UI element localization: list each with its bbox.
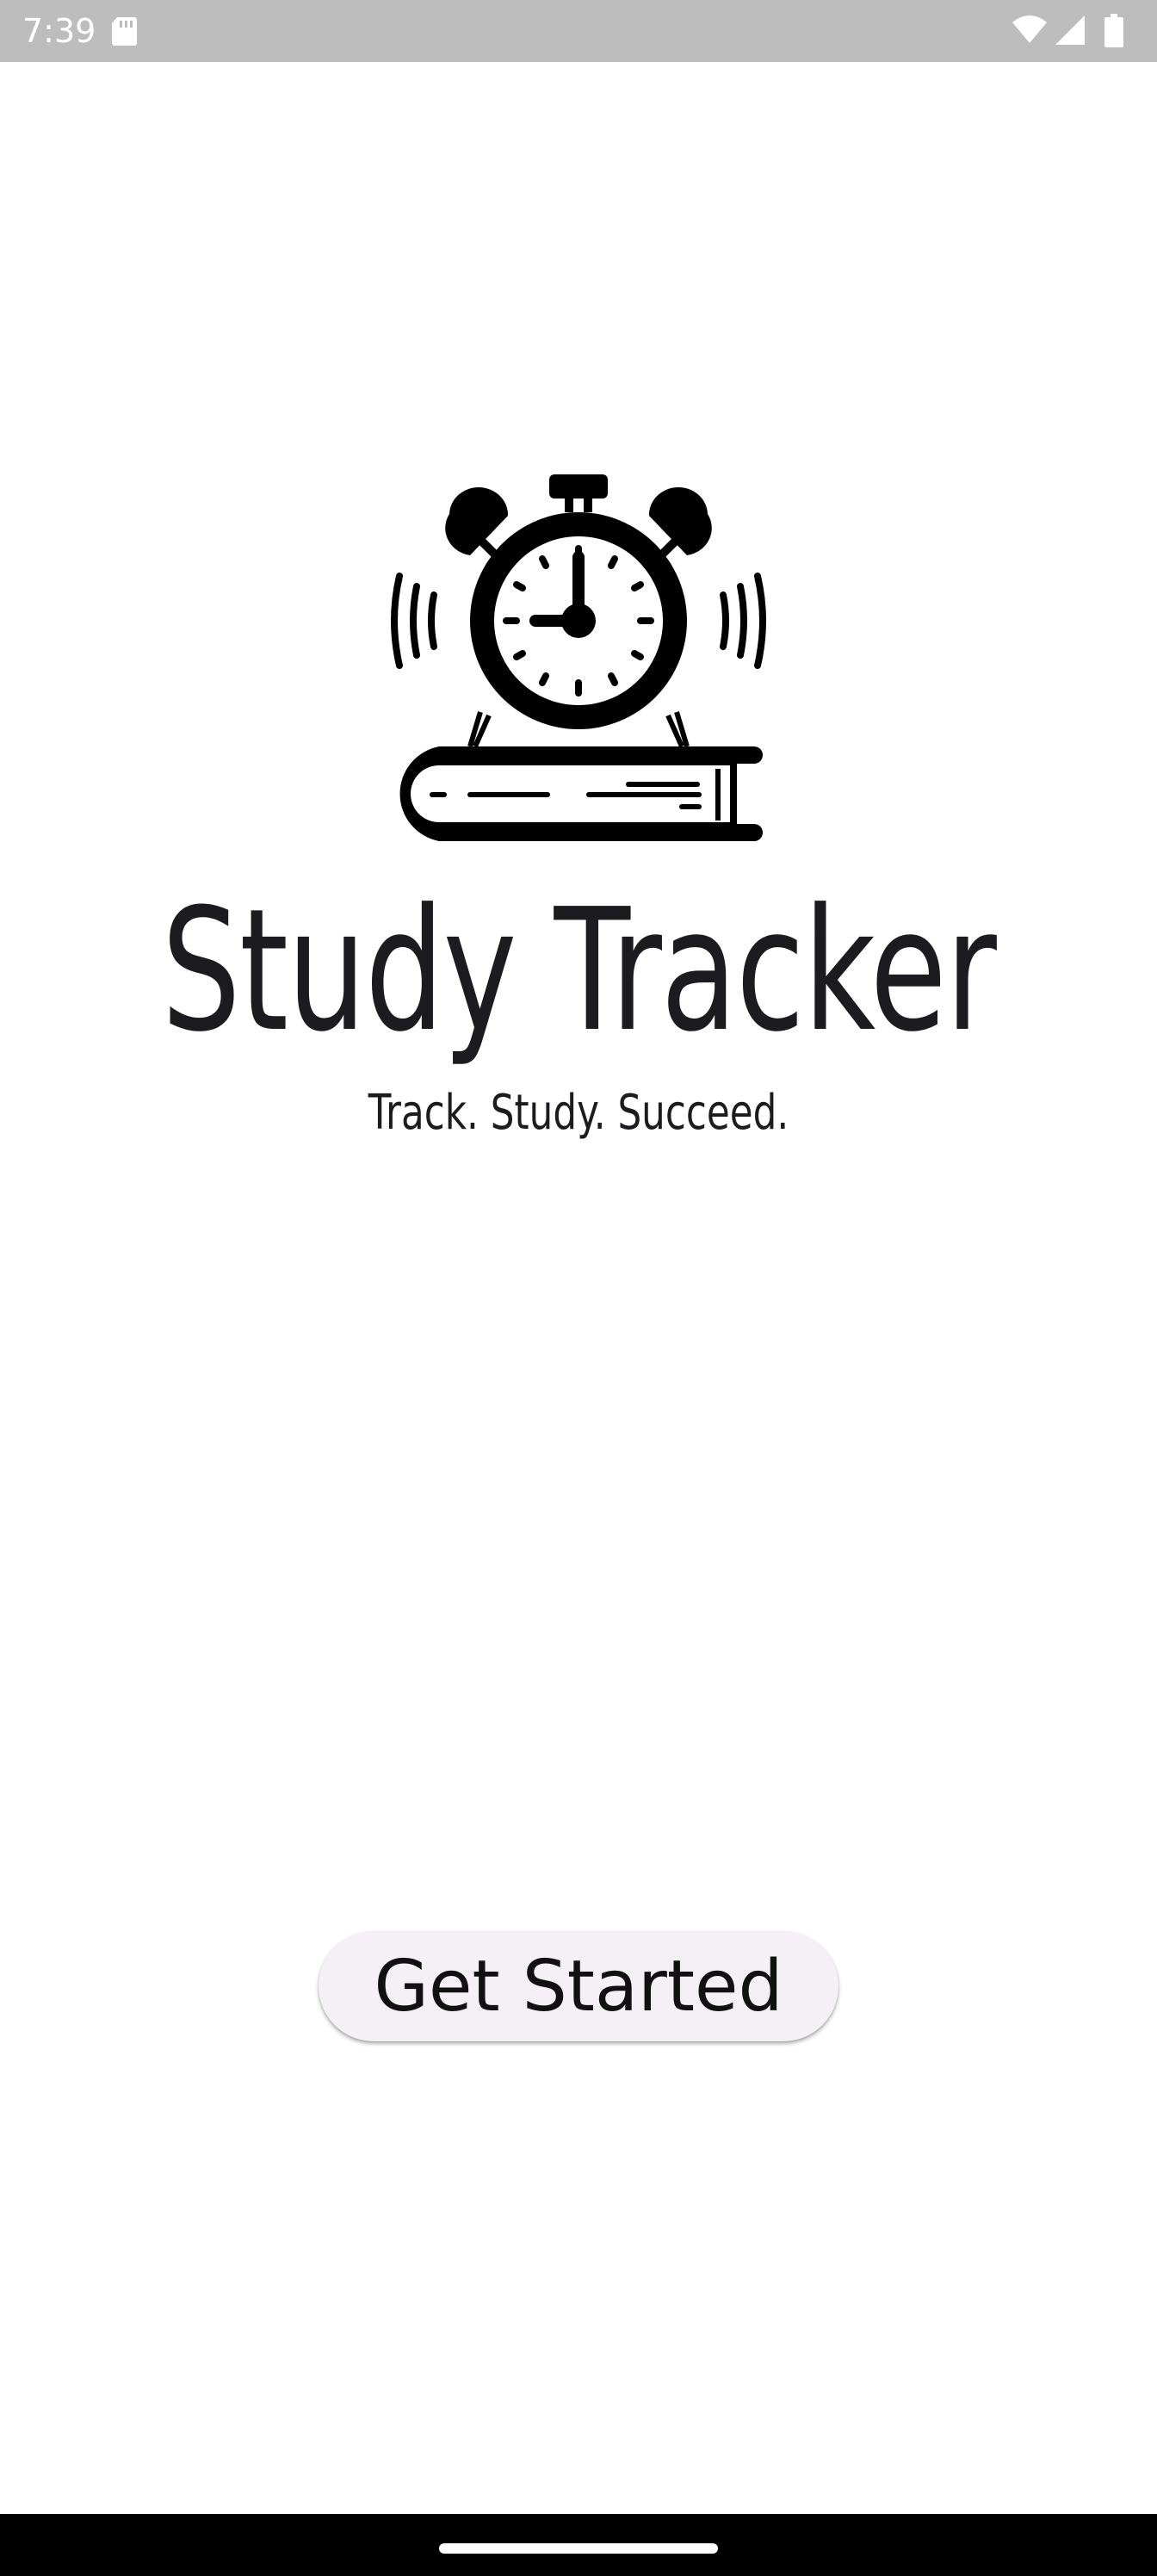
splash-screen: 7:39 Study Tracker Track. Study. Succeed… — [0, 0, 1157, 2576]
alarm-clock-on-book-icon — [391, 474, 766, 841]
status-time: 7:39 — [22, 12, 96, 50]
battery-icon — [1104, 14, 1123, 47]
wifi-icon — [1012, 15, 1047, 43]
app-title: Study Tracker — [161, 873, 997, 1069]
tagline: Track. Study. Succeed. — [368, 1085, 789, 1141]
status-bar: 7:39 — [0, 0, 1157, 62]
signal-icon — [1055, 15, 1085, 45]
sd-card-icon — [112, 17, 137, 46]
get-started-button[interactable]: Get Started — [319, 1931, 838, 2041]
home-gesture-handle[interactable] — [439, 2543, 718, 2554]
navigation-bar — [0, 2514, 1157, 2576]
